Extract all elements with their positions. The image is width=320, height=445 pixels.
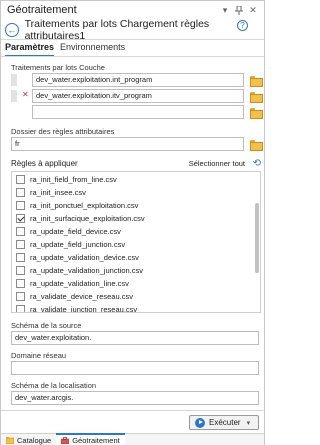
domain-field[interactable] [11,361,259,375]
list-item[interactable]: ra_update_validation_junction.csv [16,264,143,277]
checkbox[interactable] [16,279,25,288]
rules-label: Règles à appliquer [11,159,78,168]
scrollbar-thumb[interactable] [255,203,259,273]
list-item[interactable]: ra_update_validation_device.csv [16,251,139,264]
folder-icon[interactable] [250,76,263,87]
list-item[interactable]: ra_init_insee.csv [16,186,86,199]
folder-icon[interactable] [250,92,263,103]
rules-list[interactable]: ra_init_field_from_line.csv ra_init_inse… [11,171,261,313]
checkbox[interactable] [16,188,25,197]
loc-schema-label: Schéma de la localisation [11,381,97,390]
domain-label: Domaine réseau [11,351,67,360]
tab-geoprocessing[interactable]: Géotraitement [56,433,125,445]
geoprocessing-pane: Géotraitement ▾ ✕ ← Traitements par lots… [0,0,265,445]
rule-name: ra_update_validation_line.csv [30,279,129,288]
pane-title: Géotraitement [7,4,77,16]
rule-name: ra_init_surfacique_exploitation.csv [30,214,145,223]
checkbox[interactable] [16,266,25,275]
source-schema-label: Schéma de la source [11,321,82,330]
toolbox-icon [61,436,70,444]
rules-header: Règles à appliquer Sélectionner tout ⟲ [11,158,261,169]
rule-name: ra_validate_junction_reseau.csv [30,305,138,313]
checkbox[interactable] [16,214,25,223]
list-item[interactable]: ra_init_field_from_line.csv [16,173,117,186]
rules-folder-label: Dossier des règles attributaires [11,127,115,136]
source-schema-field[interactable]: dev_water.exploitation. [11,331,259,345]
checkbox[interactable] [16,305,25,312]
batch-layer-field-1[interactable]: dev_water.exploitation.int_program [32,73,244,87]
list-item[interactable]: ra_init_ponctuel_exploitation.csv [16,199,138,212]
refresh-icon[interactable]: ⟲ [253,158,261,169]
checkbox[interactable] [16,227,25,236]
list-item[interactable]: ra_update_validation_line.csv [16,277,129,290]
folder-icon[interactable] [250,140,263,151]
tab-environments[interactable]: Environnements [60,42,125,57]
batch-layer-field-empty[interactable] [32,105,244,119]
tab-label: Catalogue [17,435,52,445]
row-handle[interactable] [11,90,17,102]
rule-name: ra_update_validation_junction.csv [30,266,143,275]
folder-icon[interactable] [250,108,263,119]
batch-layer-field-2[interactable]: dev_water.exploitation.itv_program [32,89,244,103]
divider [1,56,264,57]
loc-schema-field[interactable]: dev_water.arcgis. [11,391,259,405]
chevron-down-icon[interactable]: ▾ [247,419,251,427]
help-icon[interactable]: ? [237,20,248,31]
remove-icon[interactable]: ✕ [22,90,29,99]
list-item[interactable]: ra_update_field_junction.csv [16,238,125,251]
row-handle[interactable] [11,74,17,86]
select-all-link[interactable]: Sélectionner tout [189,159,245,168]
pane-header: Géotraitement ▾ ✕ ← Traitements par lots… [1,1,264,42]
play-icon [195,417,205,428]
run-label: Exécuter [209,418,241,427]
rule-name: ra_init_field_from_line.csv [30,175,117,184]
rule-name: ra_update_validation_device.csv [30,253,139,262]
rule-name: ra_init_ponctuel_exploitation.csv [30,201,139,210]
batch-layer-label: Traitements par lots Couche [11,63,105,72]
close-icon[interactable]: ✕ [248,5,258,15]
bottom-tab-bar: Catalogue Géotraitement [1,433,264,445]
list-item[interactable]: ra_update_field_device.csv [16,225,121,238]
run-button[interactable]: Exécuter ▾ [189,415,259,430]
scrollbar[interactable] [255,173,259,311]
checkbox[interactable] [16,292,25,301]
divider [1,39,264,40]
list-item[interactable]: ra_init_surfacique_exploitation.csv [16,212,145,225]
pane-controls: ▾ ✕ [220,5,258,15]
list-item[interactable]: ra_validate_junction_reseau.csv [16,303,138,313]
tab-parameters[interactable]: Paramètres [5,42,55,57]
rules-folder-field[interactable]: fr [11,137,244,151]
checkbox[interactable] [16,240,25,249]
rule-name: ra_validate_device_reseau.csv [30,292,133,301]
catalog-icon [6,436,14,444]
divider [1,410,264,411]
rule-name: ra_init_insee.csv [30,188,86,197]
tab-bar: Paramètres Environnements [5,42,125,57]
chevron-down-icon[interactable]: ▾ [220,5,230,15]
list-item[interactable]: ra_validate_device_reseau.csv [16,290,133,303]
checkbox[interactable] [16,253,25,262]
checkbox[interactable] [16,201,25,210]
pin-icon[interactable] [234,5,244,15]
rule-name: ra_update_field_junction.csv [30,240,126,249]
tab-catalog[interactable]: Catalogue [1,434,56,445]
checkbox[interactable] [16,175,25,184]
tab-label: Géotraitement [72,435,120,445]
rule-name: ra_update_field_device.csv [30,227,121,236]
back-arrow-icon[interactable]: ← [5,23,19,37]
